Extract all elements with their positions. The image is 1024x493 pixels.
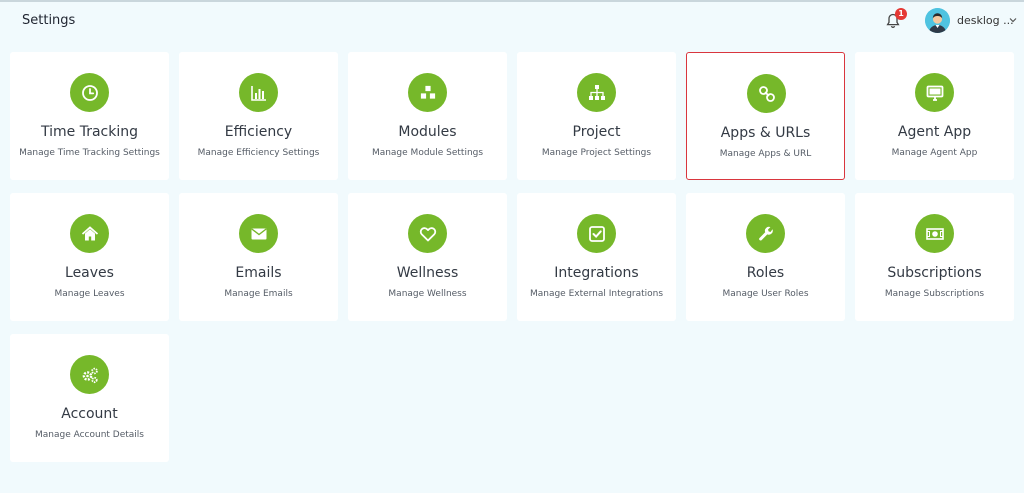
- card-subtitle: Manage Module Settings: [371, 148, 484, 158]
- card-subscriptions[interactable]: Subscriptions Manage Subscriptions: [855, 193, 1014, 321]
- card-subtitle: Manage Emails: [224, 289, 293, 299]
- user-name[interactable]: desklog ...: [957, 14, 1014, 27]
- clock-icon: [70, 73, 109, 112]
- sitemap-icon: [577, 73, 616, 112]
- check-square-icon: [577, 214, 616, 253]
- card-title: Account: [61, 406, 118, 422]
- card-title: Integrations: [554, 265, 639, 281]
- card-emails[interactable]: Emails Manage Emails: [179, 193, 338, 321]
- card-integrations[interactable]: Integrations Manage External Integration…: [517, 193, 676, 321]
- card-subtitle: Manage Leaves: [54, 289, 125, 299]
- card-title: Agent App: [897, 124, 972, 140]
- chevron-down-icon[interactable]: [1009, 16, 1017, 24]
- cubes-icon: [408, 73, 447, 112]
- card-subtitle: Manage Agent App: [891, 148, 978, 158]
- card-title: Efficiency: [224, 124, 293, 140]
- heart-icon: [408, 214, 447, 253]
- card-title: Wellness: [396, 265, 459, 281]
- card-subtitle: Manage User Roles: [722, 289, 809, 299]
- card-subtitle: Manage Subscriptions: [884, 289, 985, 299]
- card-agent-app[interactable]: Agent App Manage Agent App: [855, 52, 1014, 180]
- card-leaves[interactable]: Leaves Manage Leaves: [10, 193, 169, 321]
- card-title: Leaves: [65, 265, 114, 281]
- card-subtitle: Manage Project Settings: [541, 148, 652, 158]
- card-title: Roles: [746, 265, 785, 281]
- link-icon: [747, 74, 786, 113]
- card-subtitle: Manage External Integrations: [529, 289, 664, 299]
- page-title: Settings: [22, 13, 76, 28]
- card-subtitle: Manage Time Tracking Settings: [19, 148, 160, 158]
- avatar[interactable]: [925, 8, 950, 33]
- card-efficiency[interactable]: Efficiency Manage Efficiency Settings: [179, 52, 338, 180]
- monitor-icon: [915, 73, 954, 112]
- top-bar: Settings 1 desklog ...: [0, 2, 1024, 42]
- home-icon: [70, 214, 109, 253]
- card-subtitle: Manage Wellness: [388, 289, 467, 299]
- bar-chart-icon: [239, 73, 278, 112]
- gears-icon: [70, 355, 109, 394]
- card-title: Emails: [235, 265, 282, 281]
- card-time-tracking[interactable]: Time Tracking Manage Time Tracking Setti…: [10, 52, 169, 180]
- card-roles[interactable]: Roles Manage User Roles: [686, 193, 845, 321]
- settings-app: Settings 1 desklog ... Time Tracking Man…: [0, 0, 1024, 493]
- card-title: Modules: [398, 124, 457, 140]
- card-wellness[interactable]: Wellness Manage Wellness: [348, 193, 507, 321]
- card-subtitle: Manage Account Details: [34, 430, 144, 440]
- card-subtitle: Manage Apps & URL: [719, 149, 812, 159]
- card-title: Subscriptions: [887, 265, 982, 281]
- card-apps-urls[interactable]: Apps & URLs Manage Apps & URL: [686, 52, 845, 180]
- notification-badge: 1: [895, 8, 907, 20]
- card-title: Project: [572, 124, 621, 140]
- card-title: Time Tracking: [41, 124, 138, 140]
- card-subtitle: Manage Efficiency Settings: [197, 148, 320, 158]
- card-title: Apps & URLs: [720, 125, 811, 141]
- card-account[interactable]: Account Manage Account Details: [10, 334, 169, 462]
- envelope-icon: [239, 214, 278, 253]
- card-project[interactable]: Project Manage Project Settings: [517, 52, 676, 180]
- card-modules[interactable]: Modules Manage Module Settings: [348, 52, 507, 180]
- money-icon: [915, 214, 954, 253]
- wrench-icon: [746, 214, 785, 253]
